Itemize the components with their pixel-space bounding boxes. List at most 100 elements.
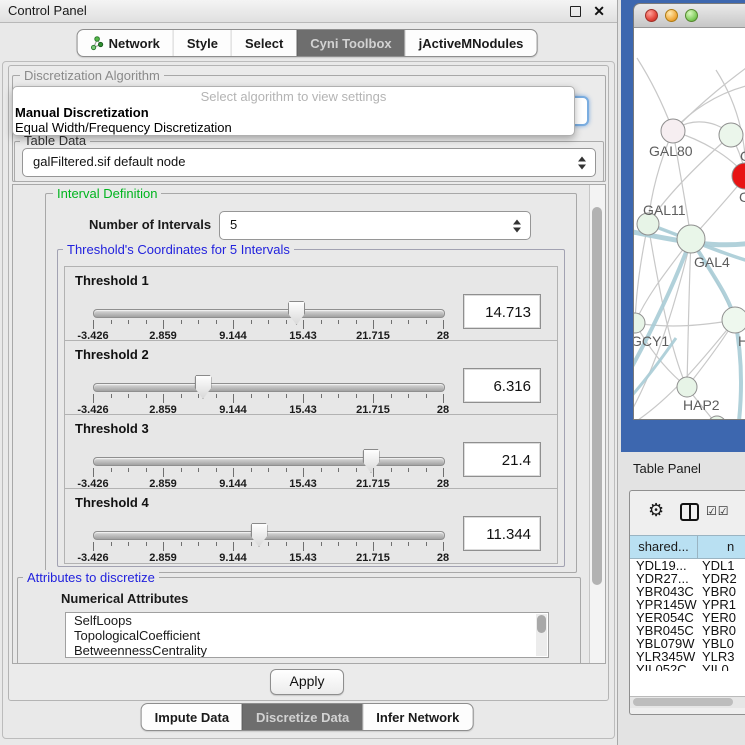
- ruler-tick: [426, 468, 427, 472]
- column-header-shared-name[interactable]: shared...: [630, 536, 698, 558]
- network-node-gcy1[interactable]: [634, 313, 645, 333]
- table-cell-name[interactable]: YDR2: [697, 572, 745, 585]
- tab-style[interactable]: Style: [173, 30, 231, 56]
- table-cell-name[interactable]: YDL1: [697, 559, 745, 572]
- table-cell-shared-name[interactable]: YBL079W: [630, 637, 697, 650]
- table-cell-shared-name[interactable]: YER054C: [630, 611, 697, 624]
- popup-prompt: Select algorithm to view settings: [13, 87, 574, 105]
- tab-infer-network[interactable]: Infer Network: [362, 704, 472, 730]
- ruler-tick: [111, 542, 112, 546]
- table-cell-name[interactable]: YBL0: [697, 637, 745, 650]
- table-row[interactable]: YDL19...YDL1: [630, 559, 745, 572]
- combobox-stepper-icon[interactable]: [578, 156, 586, 169]
- table-row[interactable]: YLR345WYLR3: [630, 650, 745, 663]
- tab-cyni-toolbox[interactable]: Cyni Toolbox: [296, 30, 404, 56]
- numerical-attributes-list[interactable]: SelfLoopsTopologicalCoefficientBetweenne…: [65, 612, 549, 658]
- threshold-slider[interactable]: -3.4262.8599.14415.4321.71528: [93, 455, 443, 489]
- network-window-titlebar[interactable]: [634, 4, 745, 28]
- tab-select[interactable]: Select: [231, 30, 296, 56]
- threshold-slider[interactable]: -3.4262.8599.14415.4321.71528: [93, 307, 443, 341]
- slider-track[interactable]: [93, 457, 445, 466]
- table-row[interactable]: YPR145WYPR1: [630, 598, 745, 611]
- split-panel-icon[interactable]: [680, 503, 699, 521]
- table-cell-shared-name[interactable]: YDL19...: [630, 559, 697, 572]
- table-cell-name[interactable]: YLR3: [697, 650, 745, 663]
- table-row[interactable]: YER054CYER0: [630, 611, 745, 624]
- node-label: GAL80: [649, 143, 693, 159]
- column-header-name[interactable]: n: [698, 536, 745, 558]
- attribute-item-selfloops[interactable]: SelfLoops: [66, 613, 548, 628]
- popup-item-equal-width-frequency-discretization[interactable]: Equal Width/Frequency Discretization: [13, 120, 574, 135]
- table-cell-name[interactable]: YPR1: [697, 598, 745, 611]
- apply-button[interactable]: Apply: [270, 669, 344, 695]
- scrollbar-thumb[interactable]: [537, 615, 546, 633]
- ruler-tick: [163, 468, 164, 477]
- close-traffic-light[interactable]: [645, 9, 658, 22]
- threshold-value-field[interactable]: 11.344: [463, 516, 541, 551]
- attribute-item-betweennesscentrality[interactable]: BetweennessCentrality: [66, 643, 548, 658]
- network-canvas[interactable]: GAL80G.CGAL11GAL4GCY1HHAP2: [634, 28, 745, 420]
- network-node-gal80[interactable]: [661, 119, 685, 143]
- table-row[interactable]: YDR27...YDR2: [630, 572, 745, 585]
- ruler-tick: [128, 542, 129, 546]
- threshold-slider[interactable]: -3.4262.8599.14415.4321.71528: [93, 529, 443, 563]
- table-row[interactable]: YIL052CYIL0: [630, 663, 745, 671]
- pane-vertical-scrollbar[interactable]: [589, 185, 605, 663]
- close-icon[interactable]: ✕: [593, 1, 605, 21]
- scrollbar-thumb[interactable]: [592, 207, 602, 585]
- table-cell-shared-name[interactable]: YPR145W: [630, 598, 697, 611]
- slider-track[interactable]: [93, 531, 445, 540]
- table-cell-shared-name[interactable]: YBR045C: [630, 624, 697, 637]
- network-node-c[interactable]: [732, 163, 745, 189]
- network-node-h[interactable]: [722, 307, 745, 333]
- float-window-icon[interactable]: [570, 6, 581, 17]
- tab-impute-data[interactable]: Impute Data: [142, 704, 242, 730]
- ruler-tick: [426, 394, 427, 398]
- table-cell-shared-name[interactable]: YBR043C: [630, 585, 697, 598]
- popup-item-manual-discretization[interactable]: Manual Discretization: [13, 105, 574, 120]
- table-row[interactable]: YBR045CYBR0: [630, 624, 745, 637]
- scrollbar-thumb[interactable]: [633, 698, 733, 706]
- number-of-intervals-spinner[interactable]: 5: [219, 211, 531, 240]
- table-cell-name[interactable]: YBR0: [697, 624, 745, 637]
- table-horizontal-scrollbar[interactable]: [630, 696, 745, 708]
- attribute-item-topologicalcoefficient[interactable]: TopologicalCoefficient: [66, 628, 548, 643]
- zoom-traffic-light[interactable]: [685, 9, 698, 22]
- network-node-gal4[interactable]: [677, 225, 705, 253]
- ruler-tick: [408, 468, 409, 472]
- threshold-slider[interactable]: -3.4262.8599.14415.4321.71528: [93, 381, 443, 415]
- tab-discretize-data[interactable]: Discretize Data: [242, 704, 362, 730]
- table-body[interactable]: YDL19...YDL1YDR27...YDR2YBR043CYBR0YPR14…: [630, 559, 745, 671]
- tab-jactivemnodules[interactable]: jActiveMNodules: [405, 30, 537, 56]
- threshold-value-field[interactable]: 14.713: [463, 294, 541, 329]
- spinner-stepper-icon[interactable]: [513, 219, 521, 232]
- thresholds-group: Threshold 1 -3.4262.8599.14415.4321.7152…: [57, 249, 565, 567]
- tab-network[interactable]: Network: [78, 30, 173, 56]
- threshold-value-field[interactable]: 6.316: [463, 368, 541, 403]
- ruler-tick: [163, 542, 164, 551]
- network-node-hap2[interactable]: [677, 377, 697, 397]
- slider-track[interactable]: [93, 309, 445, 318]
- table-cell-shared-name[interactable]: YIL052C: [630, 663, 697, 671]
- slider-track[interactable]: [93, 383, 445, 392]
- threshold-value-field[interactable]: 21.4: [463, 442, 541, 477]
- table-row[interactable]: YBR043CYBR0: [630, 585, 745, 598]
- table-cell-shared-name[interactable]: YLR345W: [630, 650, 697, 663]
- gear-icon[interactable]: ⚙: [648, 500, 664, 520]
- minimize-traffic-light[interactable]: [665, 9, 678, 22]
- list-vertical-scrollbar[interactable]: [536, 614, 547, 656]
- ruler-tick: [356, 468, 357, 472]
- network-node-g[interactable]: [719, 123, 743, 147]
- scale-label: -3.426: [77, 552, 108, 564]
- ruler-tick: [128, 394, 129, 398]
- select-columns-icon[interactable]: ☑☑: [706, 504, 730, 518]
- scale-label: 9.144: [219, 552, 247, 564]
- table-data-combobox[interactable]: galFiltered.sif default node: [22, 148, 596, 177]
- table-cell-shared-name[interactable]: YDR27...: [630, 572, 697, 585]
- ruler-tick: [146, 542, 147, 546]
- table-cell-name[interactable]: YBR0: [697, 585, 745, 598]
- control-panel-tab-bar: NetworkStyleSelectCyni ToolboxjActiveMNo…: [77, 29, 538, 57]
- table-cell-name[interactable]: YER0: [697, 611, 745, 624]
- table-row[interactable]: YBL079WYBL0: [630, 637, 745, 650]
- table-cell-name[interactable]: YIL0: [697, 663, 745, 671]
